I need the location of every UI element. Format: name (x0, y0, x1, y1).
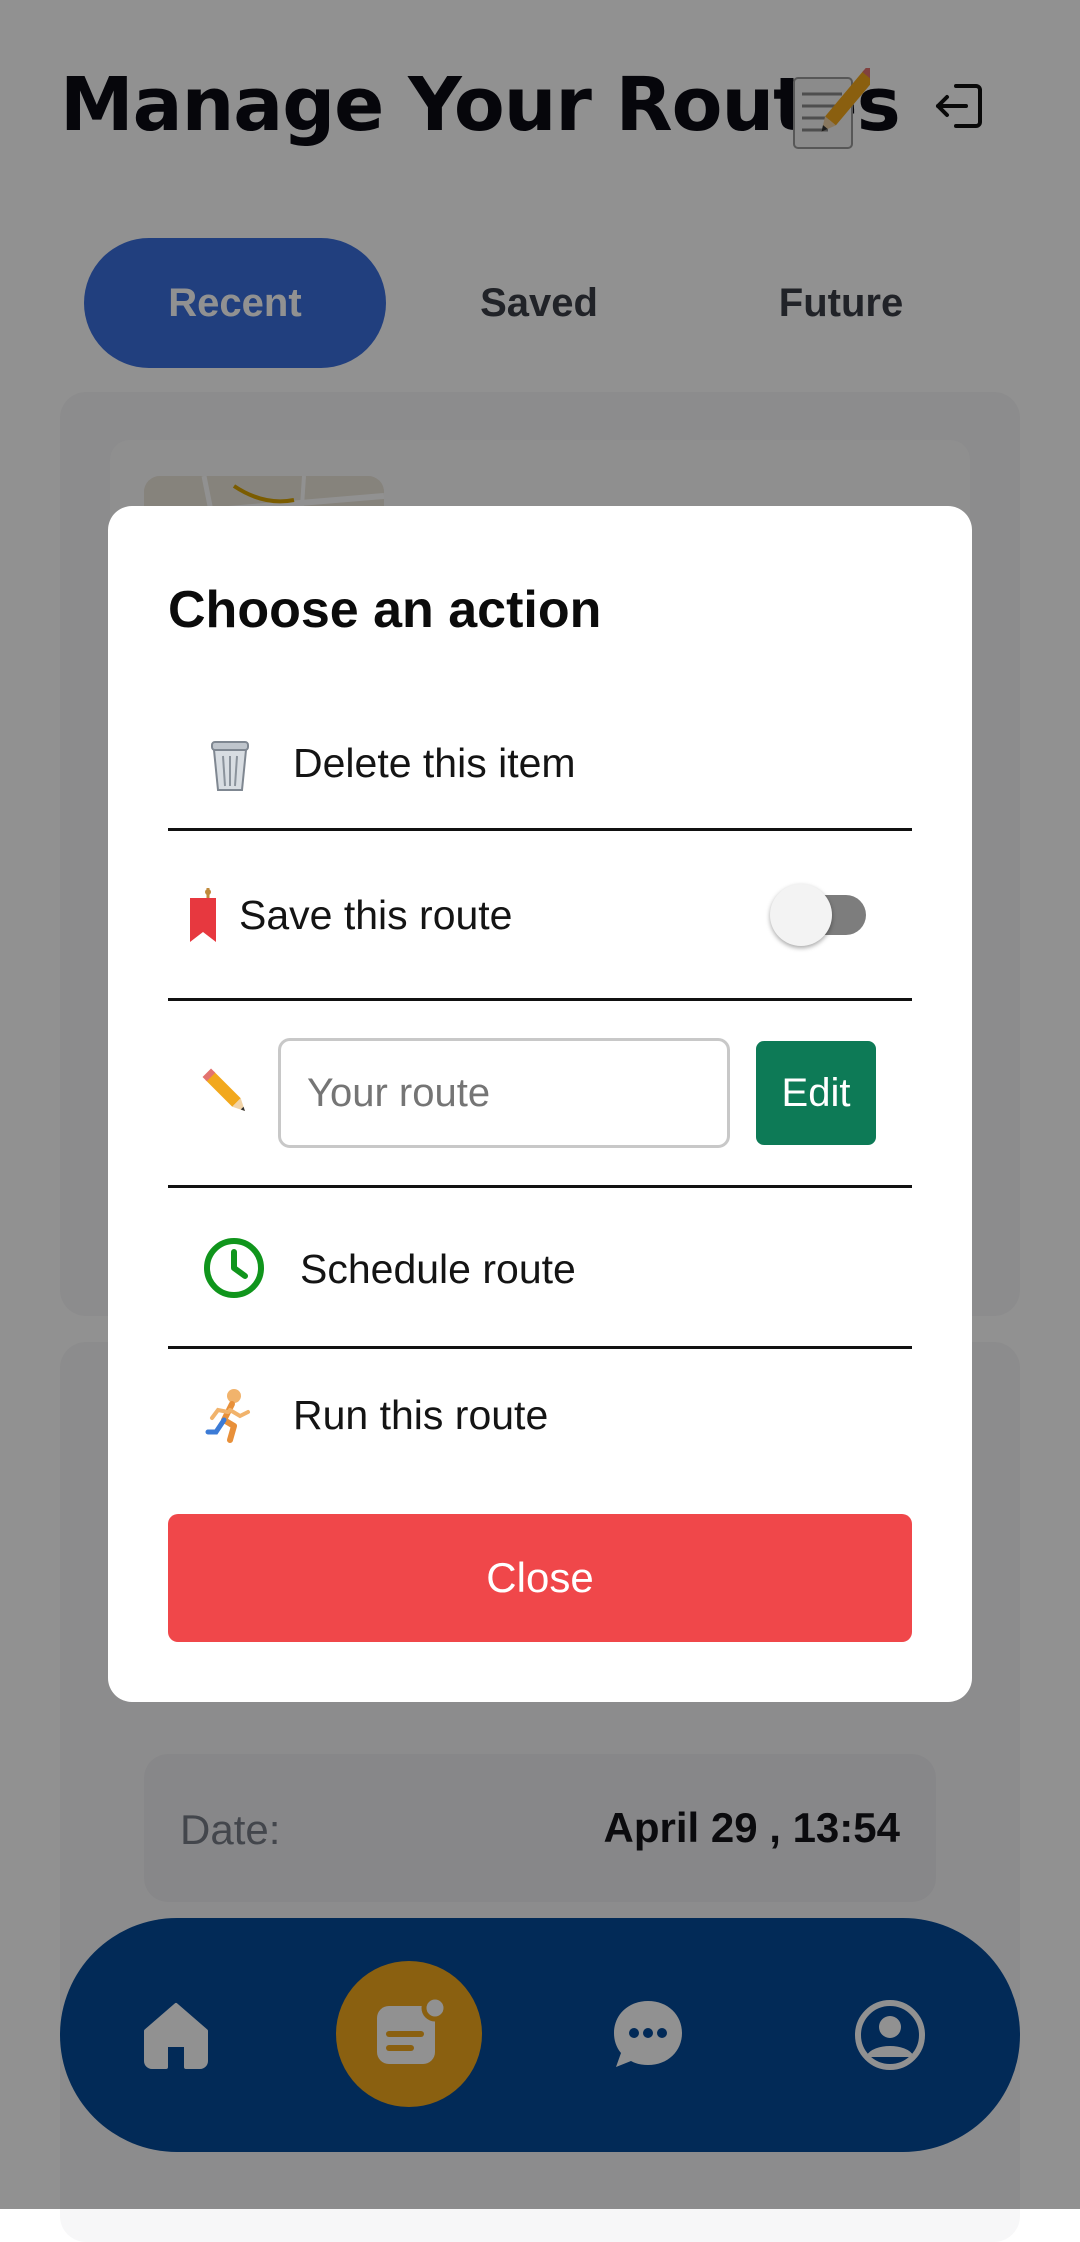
divider (168, 828, 912, 831)
route-name-input[interactable] (278, 1038, 730, 1148)
save-route-label: Save this route (239, 892, 513, 938)
runner-icon (204, 1388, 254, 1444)
close-button[interactable]: Close (168, 1514, 912, 1642)
divider (168, 998, 912, 1001)
clock-icon (202, 1236, 266, 1300)
pencil-icon (202, 1068, 254, 1120)
dialog-title: Choose an action (168, 581, 602, 639)
toggle-thumb[interactable] (770, 884, 832, 946)
divider (168, 1185, 912, 1188)
edit-button[interactable]: Edit (756, 1041, 876, 1145)
delete-item-option[interactable]: Delete this item (293, 740, 576, 787)
bookmark-icon (186, 888, 222, 946)
schedule-route-option[interactable]: Schedule route (300, 1246, 576, 1293)
trash-icon (206, 738, 254, 794)
divider (168, 1346, 912, 1349)
run-route-option[interactable]: Run this route (293, 1392, 548, 1439)
